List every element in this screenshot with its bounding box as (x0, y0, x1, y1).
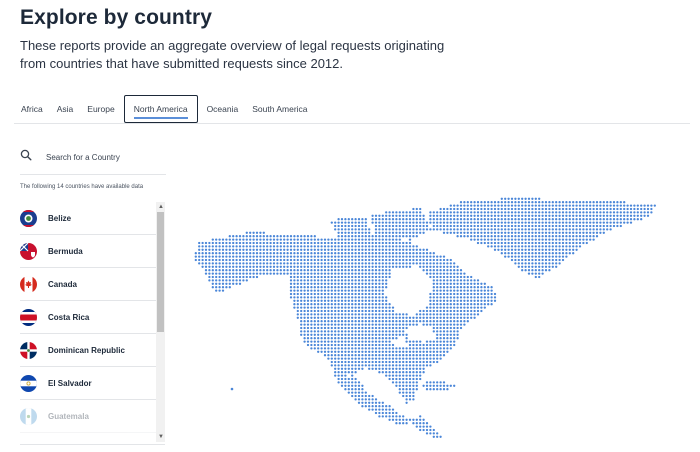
search-divider (20, 174, 166, 175)
country-label: Dominican Republic (48, 345, 125, 355)
guatemala-flag-icon (20, 407, 37, 425)
tab-asia[interactable]: Asia (50, 94, 81, 123)
tab-oceania[interactable]: Oceania (200, 94, 246, 123)
el-salvador-flag-icon (20, 374, 37, 392)
tab-south-america[interactable]: South America (245, 94, 314, 123)
list-scrollbar[interactable]: ▲ ▼ (156, 202, 165, 442)
country-label: Bermuda (48, 246, 83, 256)
list-item-guatemala[interactable]: Guatemala (20, 400, 156, 433)
search-icon (20, 148, 32, 166)
country-search (20, 148, 166, 166)
dominican-republic-flag-icon (20, 341, 37, 359)
page-title: Explore by country (20, 6, 213, 29)
tab-europe[interactable]: Europe (80, 94, 121, 123)
scroll-down-icon[interactable]: ▼ (158, 434, 164, 440)
tab-africa[interactable]: Africa (14, 94, 50, 123)
country-label: El Salvador (48, 378, 92, 388)
country-list: Belize Bermuda Canada Costa Rica Dominic… (20, 202, 156, 442)
list-item-canada[interactable]: Canada (20, 268, 156, 301)
list-item-belize[interactable]: Belize (20, 202, 156, 235)
list-item-el-salvador[interactable]: El Salvador (20, 367, 156, 400)
canada-flag-icon (20, 275, 37, 293)
scroll-up-icon[interactable]: ▲ (158, 204, 164, 210)
search-input[interactable] (46, 152, 156, 162)
country-label: Guatemala (48, 411, 89, 421)
belize-flag-icon (20, 209, 37, 227)
country-label: Costa Rica (48, 312, 90, 322)
list-item-bermuda[interactable]: Bermuda (20, 235, 156, 268)
page-subtitle: These reports provide an aggregate overv… (20, 38, 445, 71)
list-item-dominican-republic[interactable]: Dominican Republic (20, 334, 156, 367)
scroll-thumb[interactable] (157, 212, 164, 332)
country-count-note: The following 14 countries have availabl… (20, 184, 144, 190)
country-label: Canada (48, 279, 77, 289)
north-america-dot-map (194, 197, 656, 438)
region-tabs: Africa Asia Europe North America Oceania… (14, 94, 690, 124)
costa-rica-flag-icon (20, 308, 37, 326)
bermuda-flag-icon (20, 242, 37, 260)
country-label: Belize (48, 213, 72, 223)
list-item-costa-rica[interactable]: Costa Rica (20, 301, 156, 334)
tab-north-america[interactable]: North America (123, 95, 198, 123)
list-bottom-divider (20, 444, 165, 445)
